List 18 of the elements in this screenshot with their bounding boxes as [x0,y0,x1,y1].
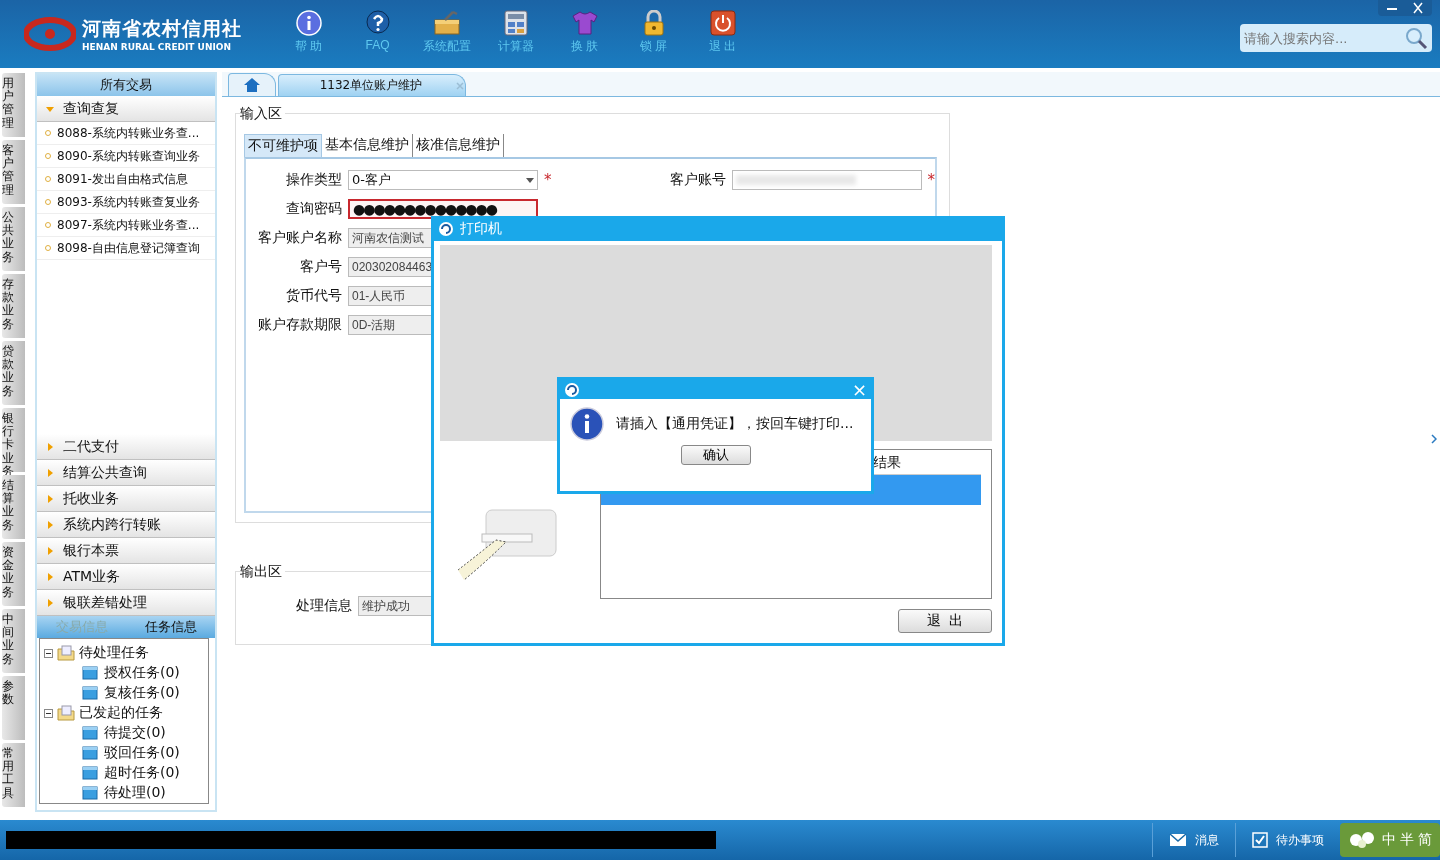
required-mark: * [544,171,552,189]
field-label: 账户存款期限 [257,316,342,334]
field-label: 客户账户名称 [257,229,342,247]
section-title: 输出区 [240,563,285,581]
field-label: 处理信息 [295,597,352,615]
dialog-title: 打印机 [460,220,502,238]
field-label: 货币代号 [285,287,342,305]
message-text: 请插入【通用凭证】，按回车键打印... [616,415,854,433]
column-header: 结果 [873,453,901,472]
field-label: 客户号 [299,258,342,276]
logo-title: 河南省农村信用社 [82,16,242,41]
section-title: 输入区 [240,105,285,123]
field-label: 查询密码 [285,200,342,218]
required-mark: * [927,171,935,189]
sidebar-title: 所有交易 [37,74,215,96]
field-label: 操作类型 [285,171,342,189]
field-label: 客户账号 [668,171,726,189]
logo-subtitle: HENAN RURAL CREDIT UNION [82,42,232,52]
